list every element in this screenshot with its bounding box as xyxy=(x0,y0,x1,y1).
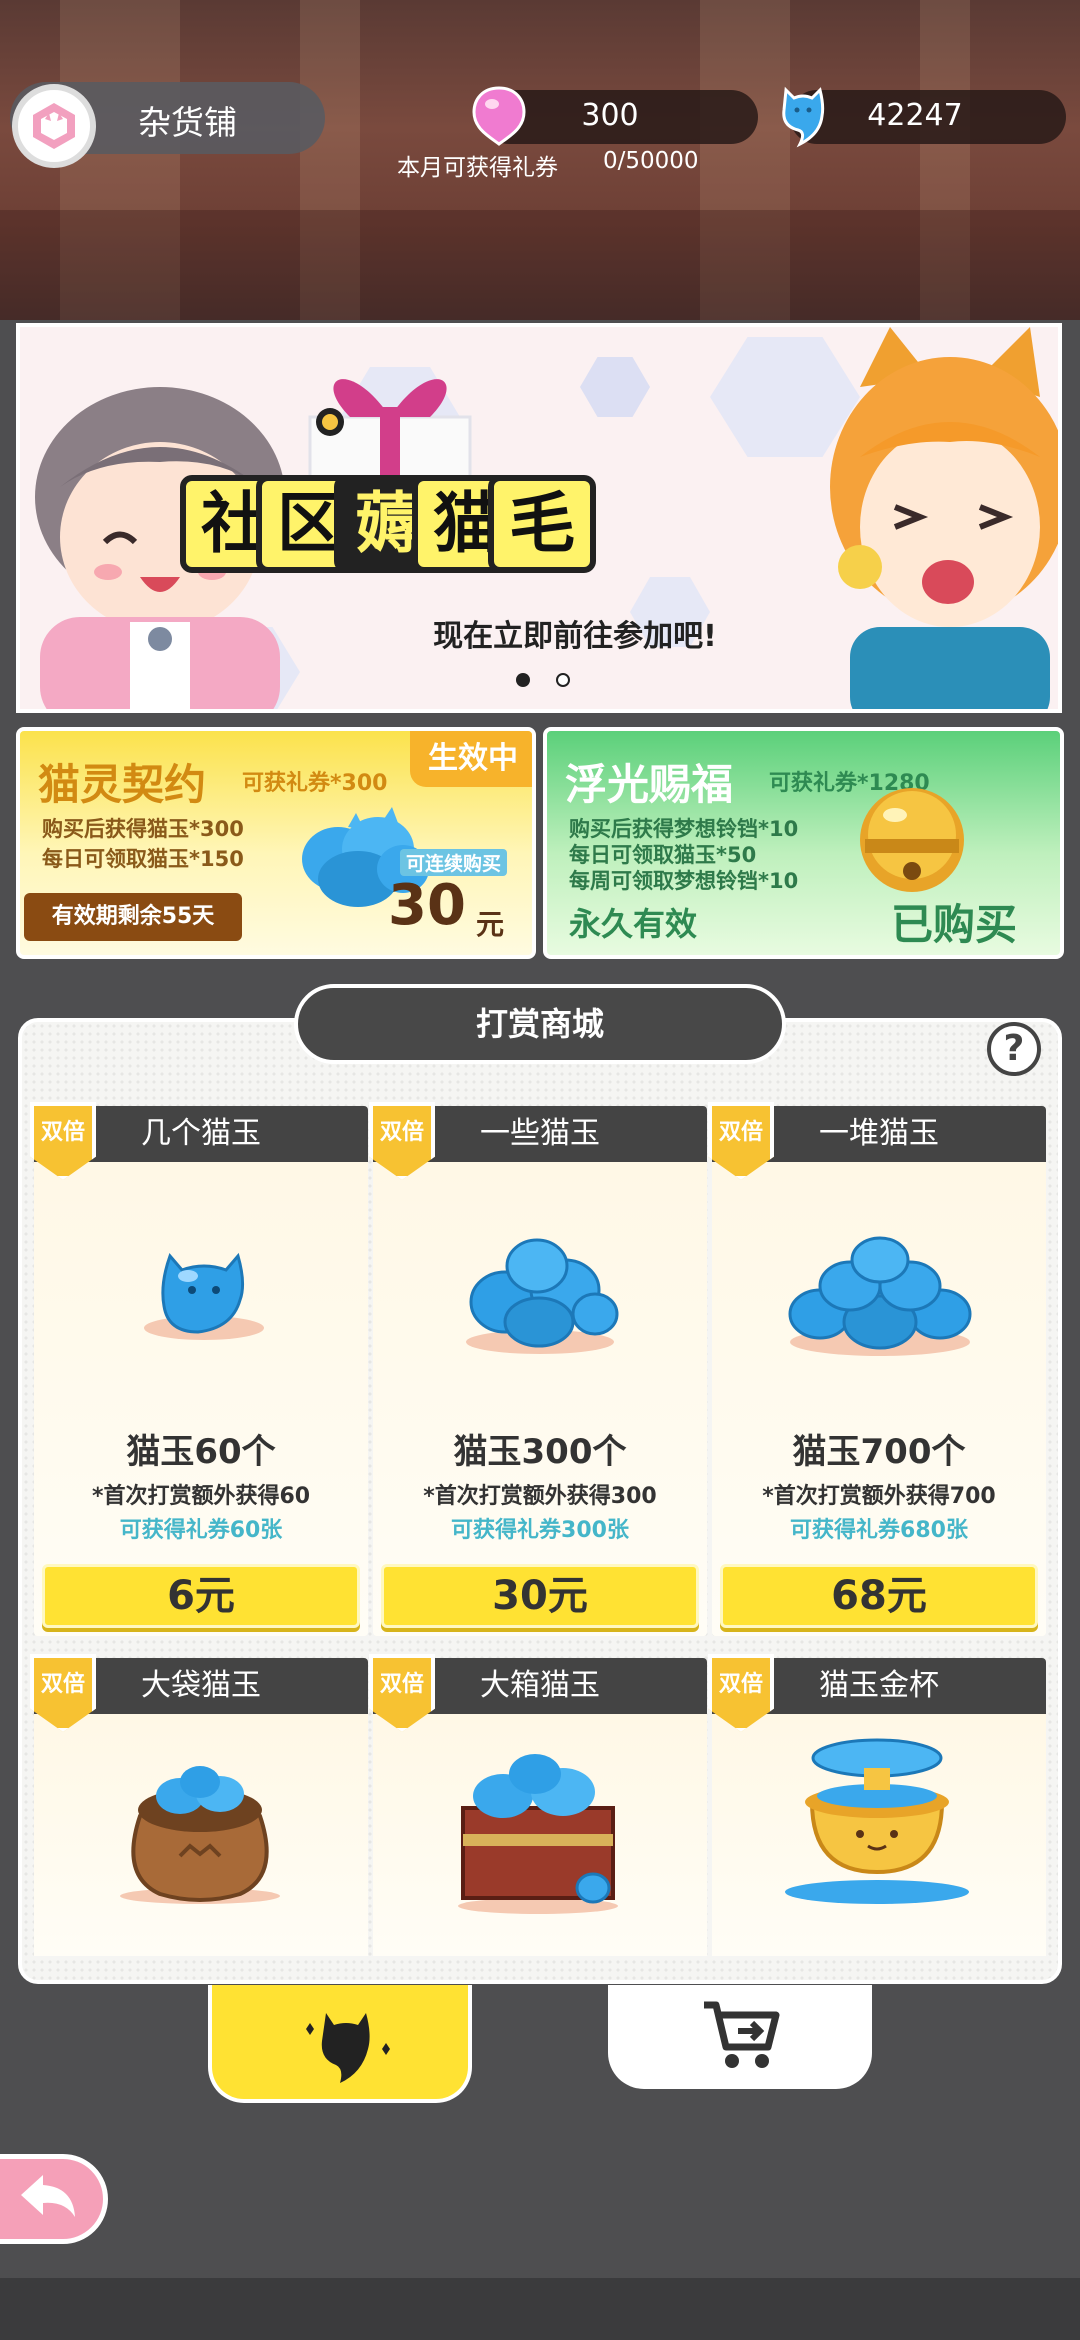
monthly-ticket-value: 0/50000 xyxy=(603,148,699,174)
store-item-bonus: *首次打赏额外获得60 xyxy=(91,1484,311,1509)
nav-tab-shop-cart[interactable] xyxy=(608,1985,872,2089)
page-title: 杂货铺 xyxy=(138,103,237,142)
store-item-bonus: *首次打赏额外获得700 xyxy=(762,1484,996,1509)
promo-validity: 有效期剩余55天 xyxy=(24,893,242,941)
promo-reward: 可获礼券*300 xyxy=(242,771,388,796)
ticket-currency-icon xyxy=(470,84,528,150)
store-item-amount: 猫玉300个 xyxy=(453,1432,627,1472)
store-item-amount: 猫玉60个 xyxy=(126,1432,276,1472)
gem-balance-value: 42247 xyxy=(867,98,963,133)
store-item-tickets: 可获得礼券680张 xyxy=(790,1518,968,1543)
system-navigation-bar xyxy=(0,2278,1080,2340)
help-button[interactable]: ? xyxy=(987,1022,1041,1076)
cat-gem-group-icon xyxy=(455,1230,625,1364)
shop-logo-icon[interactable] xyxy=(12,84,96,168)
promo-card-contract[interactable]: 猫灵契约 可获礼券*300 生效中 购买后获得猫玉*300 每日可领取猫玉*15… xyxy=(16,727,536,959)
store-item-card[interactable]: 一些猫玉 猫玉300个 *首次打赏额外获得300 可获得礼券300张 30元 xyxy=(373,1106,707,1636)
cat-gem-heap-icon xyxy=(780,1230,980,1364)
golden-cup-icon xyxy=(772,1722,982,1916)
buy-button[interactable]: 68元 xyxy=(720,1564,1038,1628)
buy-button[interactable]: 6元 xyxy=(42,1564,360,1628)
cat-gem-icon xyxy=(776,82,830,152)
promo-title: 猫灵契约 xyxy=(38,760,207,809)
ticket-balance-value: 300 xyxy=(581,98,639,133)
banner-page-dot-1[interactable] xyxy=(516,673,530,687)
promo-line-1: 购买后获得猫玉*300 xyxy=(42,817,244,841)
promo-validity: 永久有效 xyxy=(569,905,698,943)
cart-icon xyxy=(698,1995,782,2079)
store-item-card[interactable]: 几个猫玉 猫玉60个 *首次打赏额外获得60 可获得礼券60张 6元 xyxy=(34,1106,368,1636)
banner-page-dot-2[interactable] xyxy=(556,673,570,687)
nav-tab-gem-store[interactable] xyxy=(208,1985,472,2103)
cat-silhouette-icon xyxy=(296,1999,396,2093)
back-button[interactable] xyxy=(0,2154,108,2244)
store-item-card[interactable]: 一堆猫玉 猫玉700个 *首次打赏额外获得700 可获得礼券680张 68元 xyxy=(712,1106,1046,1636)
promo-price-unit: 元 xyxy=(476,908,505,941)
right-character-illustration xyxy=(820,327,1058,709)
back-arrow-icon xyxy=(17,2171,81,2227)
cat-gem-bag-icon xyxy=(110,1746,290,1910)
buy-button[interactable]: 30元 xyxy=(381,1564,699,1628)
event-banner[interactable]: 社 区 薅 猫 毛 现在立即前往参加吧! xyxy=(16,323,1062,713)
store-item-tickets: 可获得礼券60张 xyxy=(119,1518,283,1543)
banner-title-char-5: 毛 xyxy=(488,475,596,573)
store-item-bonus: *首次打赏额外获得300 xyxy=(423,1484,657,1509)
promo-purchased-label: 已购买 xyxy=(891,900,1018,949)
promo-line-2: 每日可领取猫玉*150 xyxy=(42,847,244,871)
promo-status-badge: 生效中 xyxy=(410,731,532,787)
cat-gem-chest-icon xyxy=(443,1738,633,1922)
promo-repeat-label: 可连续购买 xyxy=(400,849,508,876)
monthly-ticket-label: 本月可获得礼券 xyxy=(397,155,558,181)
store-item-tickets: 可获得礼券300张 xyxy=(451,1518,629,1543)
store-item-amount: 猫玉700个 xyxy=(792,1432,966,1472)
promo-card-blessing[interactable]: 浮光赐福 可获礼券*1280 购买后获得梦想铃铛*10 每日可领取猫玉*50 每… xyxy=(543,727,1064,959)
golden-bell-icon xyxy=(847,775,977,909)
promo-line-3: 每周可领取梦想铃铛*10 xyxy=(569,869,799,893)
cat-gem-single-icon xyxy=(134,1236,274,1350)
banner-subtitle: 现在立即前往参加吧! xyxy=(433,619,717,654)
promo-price-number: 30 xyxy=(388,873,466,938)
store-title-tab: 打赏商城 xyxy=(294,984,786,1064)
promo-title: 浮光赐福 xyxy=(565,760,734,809)
